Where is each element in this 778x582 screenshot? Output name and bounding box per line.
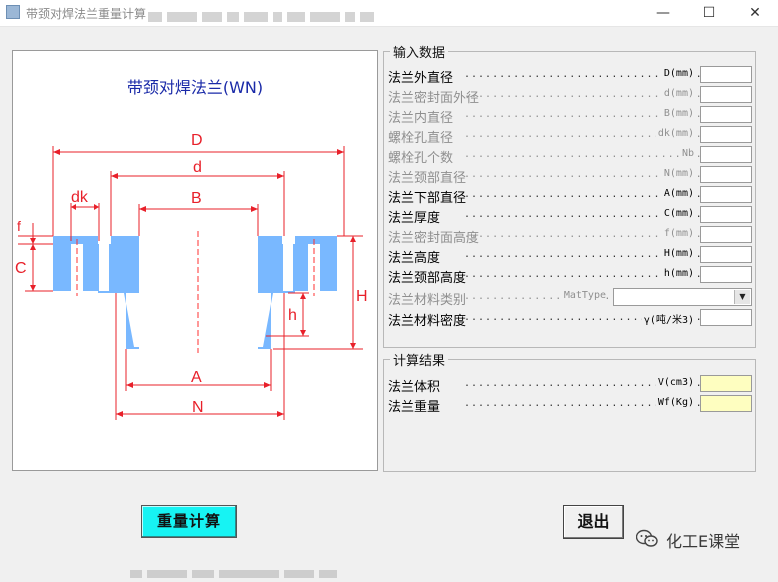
close-button[interactable]: ✕ xyxy=(732,0,778,26)
bolt-hole-count-field[interactable] xyxy=(700,146,752,163)
row-symbol: dk(mm) xyxy=(655,128,694,139)
row-label: 法兰高度 xyxy=(388,251,441,266)
dim-label-f: f xyxy=(17,218,21,234)
row-symbol: h(mm) xyxy=(661,268,694,279)
input-data-group: 输入数据 法兰外直径 .............................… xyxy=(383,42,756,348)
leader-dots: ........................................… xyxy=(464,149,700,160)
row-thickness: 法兰厚度 ...................................… xyxy=(388,206,752,226)
row-symbol: N(mm) xyxy=(661,168,694,179)
calculate-weight-button[interactable]: 重量计算 xyxy=(141,505,237,538)
row-label: 螺栓孔直径 xyxy=(388,131,454,146)
window-title: 带颈对焊法兰重量计算 xyxy=(26,7,147,21)
row-seal-face-diameter: 法兰密封面外径 ................................… xyxy=(388,86,752,106)
row-label: 法兰体积 xyxy=(388,380,441,395)
flange-diagram: D d dk B f C h H A N xyxy=(15,132,368,420)
maximize-button[interactable]: ☐ xyxy=(686,0,732,26)
row-label: 螺栓孔个数 xyxy=(388,151,454,166)
wechat-icon xyxy=(636,529,658,547)
dim-label-N: N xyxy=(192,399,204,416)
row-height: 法兰高度 ...................................… xyxy=(388,246,752,266)
row-symbol: γ(吨/米3) xyxy=(641,311,694,326)
title-redacted xyxy=(148,7,468,22)
row-label: 法兰颈部直径 xyxy=(388,171,467,186)
exit-button[interactable]: 退出 xyxy=(563,505,624,539)
material-type-value xyxy=(614,294,617,307)
seal-face-height-field[interactable] xyxy=(700,226,752,243)
inner-diameter-field[interactable] xyxy=(700,106,752,123)
row-symbol: V(cm3) xyxy=(655,377,694,388)
dim-label-B: B xyxy=(191,190,202,207)
row-inner-diameter: 法兰内直径 ..................................… xyxy=(388,106,752,126)
dropdown-arrow-icon[interactable]: ▼ xyxy=(734,290,750,304)
dim-label-h: h xyxy=(288,307,297,324)
dim-label-A: A xyxy=(191,369,202,386)
material-density-field[interactable] xyxy=(700,309,752,326)
height-field[interactable] xyxy=(700,246,752,263)
row-label: 法兰内直径 xyxy=(388,111,454,126)
row-label: 法兰厚度 xyxy=(388,211,441,226)
row-label: 法兰重量 xyxy=(388,400,441,415)
dim-label-dk: dk xyxy=(71,189,89,206)
outer-diameter-field[interactable] xyxy=(700,66,752,83)
input-data-legend: 输入数据 xyxy=(390,42,449,61)
watermark-text: 化工E课堂 xyxy=(666,532,741,551)
weight-output xyxy=(700,395,752,412)
row-bolt-hole-diameter: 螺栓孔直径 ..................................… xyxy=(388,126,752,146)
row-symbol: Wf(Kg) xyxy=(655,397,694,408)
row-symbol: H(mm) xyxy=(661,248,694,259)
row-symbol: f(mm) xyxy=(661,228,694,239)
row-symbol: Nb xyxy=(679,148,694,159)
row-bolt-hole-count: 螺栓孔个数 ..................................… xyxy=(388,146,752,166)
row-symbol: D(mm) xyxy=(661,68,694,79)
app-icon xyxy=(6,5,20,19)
row-volume: 法兰体积 ...................................… xyxy=(388,375,752,395)
row-lower-diameter: 法兰下部直径 .................................… xyxy=(388,186,752,206)
title-bar: 带颈对焊法兰重量计算 — ☐ ✕ xyxy=(0,0,778,27)
row-neck-height: 法兰颈部高度 .................................… xyxy=(388,266,752,286)
row-label: 法兰材料密度 xyxy=(388,314,467,329)
row-symbol: B(mm) xyxy=(661,108,694,119)
result-legend: 计算结果 xyxy=(390,350,449,369)
row-material-type: 法兰材料类别 .................................… xyxy=(388,288,752,308)
dim-label-C: C xyxy=(15,260,27,277)
neck-diameter-field[interactable] xyxy=(700,166,752,183)
bottom-redacted xyxy=(130,563,430,578)
dim-label-d: d xyxy=(193,159,202,176)
bolt-hole-diameter-field[interactable] xyxy=(700,126,752,143)
seal-face-diameter-field[interactable] xyxy=(700,86,752,103)
neck-height-field[interactable] xyxy=(700,266,752,283)
row-neck-diameter: 法兰颈部直径 .................................… xyxy=(388,166,752,186)
result-group: 计算结果 法兰体积 ..............................… xyxy=(383,350,756,472)
row-label: 法兰下部直径 xyxy=(388,191,467,206)
row-symbol: MatType xyxy=(561,290,606,301)
flange-drawing-panel: 带颈对焊法兰(WN) D d dk B f C h H A N xyxy=(12,50,378,471)
row-label: 法兰材料类别 xyxy=(388,293,467,308)
material-type-select[interactable]: ▼ xyxy=(613,288,752,306)
row-label: 法兰外直径 xyxy=(388,71,454,86)
thickness-field[interactable] xyxy=(700,206,752,223)
dim-label-D: D xyxy=(191,132,203,149)
row-label: 法兰颈部高度 xyxy=(388,271,467,286)
row-symbol: C(mm) xyxy=(661,208,694,219)
row-seal-face-height: 法兰密封面高度 ................................… xyxy=(388,226,752,246)
lower-diameter-field[interactable] xyxy=(700,186,752,203)
row-material-density: 法兰材料密度 .................................… xyxy=(388,309,752,329)
row-symbol: d(mm) xyxy=(661,88,694,99)
volume-output xyxy=(700,375,752,392)
row-weight: 法兰重量 ...................................… xyxy=(388,395,752,415)
dim-label-H: H xyxy=(356,288,368,305)
row-symbol: A(mm) xyxy=(661,188,694,199)
row-outer-diameter: 法兰外直径 ..................................… xyxy=(388,66,752,86)
minimize-button[interactable]: — xyxy=(640,0,686,26)
